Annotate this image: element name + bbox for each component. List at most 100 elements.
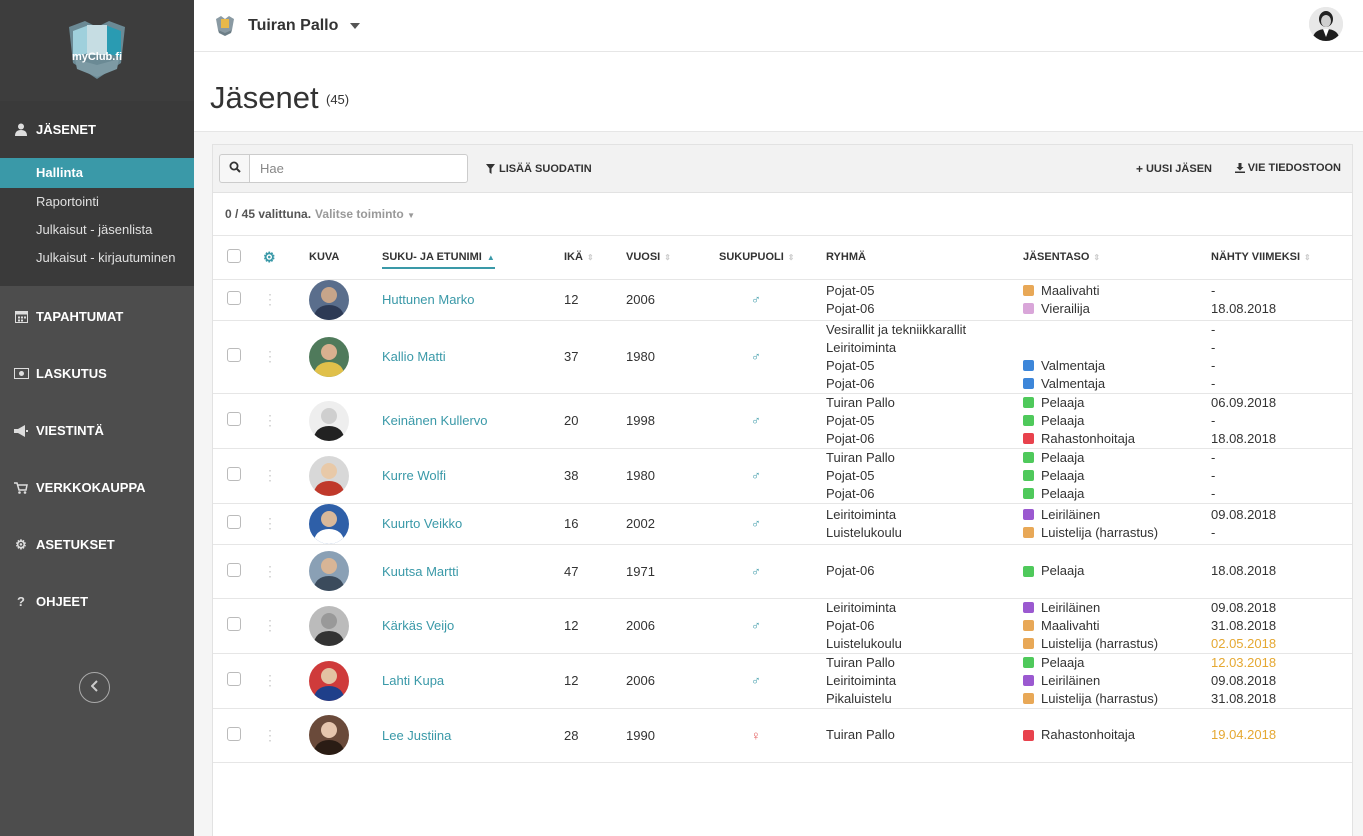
myclub-logo[interactable]: myClub.fi [59, 13, 135, 89]
nav-tapahtumat-label: TAPAHTUMAT [36, 309, 124, 324]
search-button[interactable] [219, 154, 249, 183]
last-seen-cell: 12.03.2018 09.08.2018 31.08.2018 [1211, 653, 1352, 709]
member-name-link[interactable]: Kallio Matti [382, 349, 446, 364]
group-name: Pojat-06 [826, 563, 875, 578]
table-row[interactable]: ⋮ Kurre Wolfi 38 1980 ♂ Tuiran Pallo Pojat-05 P… [213, 448, 1352, 504]
collapse-sidebar-button[interactable] [79, 672, 110, 703]
selection-count: 0 / 45 valittuna. [225, 207, 312, 221]
nav-viestinta[interactable]: VIESTINTÄ [0, 402, 194, 459]
col-level-label: JÄSENTASO [1023, 251, 1090, 264]
year-cell: 2006 [626, 279, 719, 321]
nav-laskutus[interactable]: LASKUTUS [0, 345, 194, 402]
row-checkbox[interactable] [227, 348, 241, 362]
table-row[interactable]: ⋮ Kallio Matti 37 1980 ♂ Vesirallit ja teknii… [213, 320, 1352, 394]
select-all-checkbox[interactable] [227, 248, 241, 263]
table-row[interactable]: ⋮ Kuutsa Martti 47 1971 ♂ Pojat-06 Pelaaja 18.0… [213, 544, 1352, 599]
nav-jasenet[interactable]: JÄSENET [0, 101, 194, 158]
nav-ohjeet[interactable]: ? OHJEET [0, 573, 194, 630]
male-icon: ♂ [751, 349, 761, 364]
member-level [1023, 339, 1211, 357]
sidebar-item-hallinta[interactable]: Hallinta [0, 158, 194, 188]
avatar[interactable] [309, 455, 349, 496]
table-row[interactable]: ⋮ Lee Justiina 28 1990 ♀ Tuiran Pallo Rahaston… [213, 708, 1352, 763]
sidebar-item-raportointi[interactable]: Raportointi [0, 188, 194, 216]
member-name-cell: Kuutsa Martti [382, 544, 564, 599]
add-filter-button[interactable]: LISÄÄ SUODATIN [486, 163, 592, 175]
avatar[interactable] [309, 660, 349, 701]
row-checkbox[interactable] [227, 617, 241, 631]
topbar: Tuiran Pallo [194, 0, 1363, 52]
new-member-button[interactable]: + UUSI JÄSEN [1136, 162, 1212, 176]
member-name-link[interactable]: Lee Justiina [382, 728, 451, 743]
member-name-link[interactable]: Kuurto Veikko [382, 516, 462, 531]
member-name-link[interactable]: Lahti Kupa [382, 673, 444, 688]
col-seen-label: NÄHTY VIIMEKSI [1211, 251, 1301, 264]
col-gender[interactable]: SUKUPUOLI ⇕ [719, 236, 826, 280]
level-color-swatch [1023, 729, 1034, 741]
club-logo-icon [214, 15, 236, 37]
row-checkbox[interactable] [227, 412, 241, 426]
sidebar-item-julkaisut-kirjautuminen[interactable]: Julkaisut - kirjautuminen [0, 244, 194, 272]
more-vertical-icon[interactable]: ⋮ [263, 563, 277, 579]
member-level: Maalivahti [1023, 282, 1211, 300]
table-row[interactable]: ⋮ Huttunen Marko 12 2006 ♂ Pojat-05 Pojat-06 Ma… [213, 279, 1352, 321]
avatar[interactable] [309, 279, 349, 320]
avatar[interactable] [309, 715, 349, 755]
col-level[interactable]: JÄSENTASO ⇕ [1023, 236, 1211, 280]
col-name[interactable]: SUKU- JA ETUNIMI ▲ [382, 236, 564, 280]
nav-asetukset[interactable]: ⚙ ASETUKSET [0, 516, 194, 573]
table-row[interactable]: ⋮ Lahti Kupa 12 2006 ♂ Tuiran Pallo Leiritoimi… [213, 653, 1352, 709]
select-action-dropdown[interactable]: Valitse toiminto ▼ [315, 207, 415, 221]
avatar[interactable] [309, 605, 349, 646]
more-vertical-icon[interactable]: ⋮ [263, 672, 277, 688]
member-name-link[interactable]: Kurre Wolfi [382, 468, 446, 483]
avatar[interactable] [309, 551, 349, 591]
level-label: Leiriläinen [1041, 672, 1101, 688]
row-checkbox[interactable] [227, 515, 241, 529]
gear-icon[interactable]: ⚙ [263, 249, 276, 265]
col-year[interactable]: VUOSI ⇕ [626, 236, 719, 280]
nav-verkkokauppa[interactable]: VERKKOKAUPPA [0, 459, 194, 516]
more-vertical-icon[interactable]: ⋮ [263, 727, 277, 743]
avatar[interactable] [309, 336, 349, 377]
more-vertical-icon[interactable]: ⋮ [263, 467, 277, 483]
table-row[interactable]: ⋮ Kärkäs Veijo 12 2006 ♂ Leiritoiminta Pojat-0… [213, 598, 1352, 654]
row-checkbox[interactable] [227, 726, 241, 741]
avatar[interactable] [309, 400, 349, 441]
avatar[interactable] [309, 503, 349, 544]
more-vertical-icon[interactable]: ⋮ [263, 617, 277, 633]
group-name: Tuiran Pallo [826, 449, 895, 465]
member-name-link[interactable]: Huttunen Marko [382, 292, 475, 307]
row-checkbox[interactable] [227, 562, 241, 577]
level-color-swatch [1023, 675, 1034, 686]
sidebar-item-julkaisut-jasenlista[interactable]: Julkaisut - jäsenlista [0, 216, 194, 244]
table-row[interactable]: ⋮ Keinänen Kullervo 20 1998 ♂ Tuiran Pallo Poj… [213, 393, 1352, 449]
chevron-down-icon[interactable] [350, 22, 361, 29]
member-name-link[interactable]: Kärkäs Veijo [382, 618, 454, 633]
more-vertical-icon[interactable]: ⋮ [263, 412, 277, 428]
level-label: Luistelija (harrastus) [1041, 635, 1159, 651]
more-vertical-icon[interactable]: ⋮ [263, 291, 277, 307]
last-seen-cell: 19.04.2018 [1211, 708, 1352, 763]
select-action-label: Valitse toiminto [315, 207, 404, 221]
more-vertical-icon[interactable]: ⋮ [263, 515, 277, 531]
user-avatar[interactable] [1309, 7, 1343, 41]
row-checkbox[interactable] [227, 672, 241, 686]
member-name-link[interactable]: Keinänen Kullervo [382, 413, 488, 428]
col-seen[interactable]: NÄHTY VIIMEKSI ⇕ [1211, 236, 1352, 280]
col-age[interactable]: IKÄ ⇕ [564, 236, 626, 280]
row-checkbox[interactable] [227, 467, 241, 481]
more-vertical-icon[interactable]: ⋮ [263, 348, 277, 364]
groups-cell: Vesirallit ja tekniikkarallit Leiritoimin… [826, 320, 1023, 394]
search-icon [229, 161, 241, 176]
level-color-swatch [1023, 509, 1034, 520]
nav-tapahtumat[interactable]: TAPAHTUMAT [0, 288, 194, 345]
club-selector[interactable]: Tuiran Pallo [248, 17, 338, 35]
search-input[interactable] [249, 154, 468, 183]
export-button[interactable]: VIE TIEDOSTOON [1234, 162, 1341, 174]
cart-icon [12, 481, 30, 494]
member-name-link[interactable]: Kuutsa Martti [382, 564, 459, 579]
row-checkbox[interactable] [227, 291, 241, 305]
table-row[interactable]: ⋮ Kuurto Veikko 16 2002 ♂ Leiritoiminta Luiste… [213, 503, 1352, 545]
sort-icon: ⇕ [787, 253, 795, 263]
